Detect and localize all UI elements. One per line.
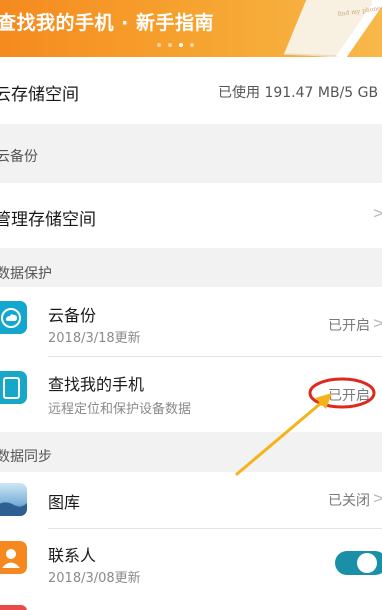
item-status: 已关闭 <box>328 493 370 509</box>
chevron-right-icon: > <box>372 489 382 507</box>
manage-storage-label: 管理存储空间 <box>0 210 96 230</box>
cloud-backup-icon <box>0 301 27 334</box>
carousel-dot <box>157 43 161 47</box>
list-item-find-my-phone[interactable]: 查找我的手机 远程定位和保护设备数据 已开启 <box>0 357 382 432</box>
data-sync-header: 数据同步 <box>0 449 52 465</box>
item-title: 图库 <box>48 493 81 512</box>
gallery-icon <box>0 483 27 516</box>
list-item-cloud-backup[interactable]: 云备份 2018/3/18更新 已开启 > <box>0 287 382 357</box>
contacts-sync-toggle[interactable] <box>335 551 382 575</box>
manage-storage-row[interactable]: 管理存储空间 > <box>0 183 382 248</box>
item-subtitle: 2018/3/08更新 <box>48 571 141 586</box>
data-sync-list: 图库 已关闭 > 联系人 2018/3/08更新 <box>0 472 382 610</box>
item-subtitle: 远程定位和保护设备数据 <box>48 402 192 417</box>
cloud-storage-label: 云存储空间 <box>0 85 79 105</box>
banner-title: 查找我的手机 · 新手指南 <box>0 12 214 34</box>
chevron-right-icon: > <box>372 314 382 332</box>
carousel-dot <box>190 43 194 47</box>
carousel-dots <box>157 43 194 47</box>
chevron-right-icon: > <box>372 204 382 222</box>
item-subtitle: 2018/3/18更新 <box>48 331 141 346</box>
data-protection-list: 云备份 2018/3/18更新 已开启 > 查找我的手机 远程定位和保护设备数据… <box>0 287 382 432</box>
list-item-gallery[interactable]: 图库 已关闭 > <box>0 472 382 528</box>
storage-usage: 已使用 191.47 MB/5 GB <box>218 85 379 101</box>
carousel-dot <box>168 43 172 47</box>
item-title: 云备份 <box>48 306 97 325</box>
next-item-icon <box>0 605 27 610</box>
item-status: 已开启 <box>328 388 370 404</box>
guide-banner[interactable]: 查找我的手机 · 新手指南 find my phone <box>0 0 382 57</box>
find-my-phone-icon <box>0 371 27 404</box>
cloud-storage-row[interactable]: 云存储空间 已使用 191.47 MB/5 GB <box>0 57 382 124</box>
list-item-contacts[interactable]: 联系人 2018/3/08更新 <box>0 529 382 610</box>
item-title: 联系人 <box>48 546 97 565</box>
item-title: 查找我的手机 <box>48 375 145 394</box>
toggle-knob <box>357 553 377 573</box>
item-status: 已开启 <box>328 318 370 334</box>
contacts-icon <box>0 541 27 574</box>
carousel-dot-active <box>179 43 183 47</box>
cloud-backup-header: 云备份 <box>0 149 38 165</box>
data-protection-header: 数据保护 <box>0 266 52 282</box>
guide-book-illustration: find my phone <box>283 0 382 57</box>
